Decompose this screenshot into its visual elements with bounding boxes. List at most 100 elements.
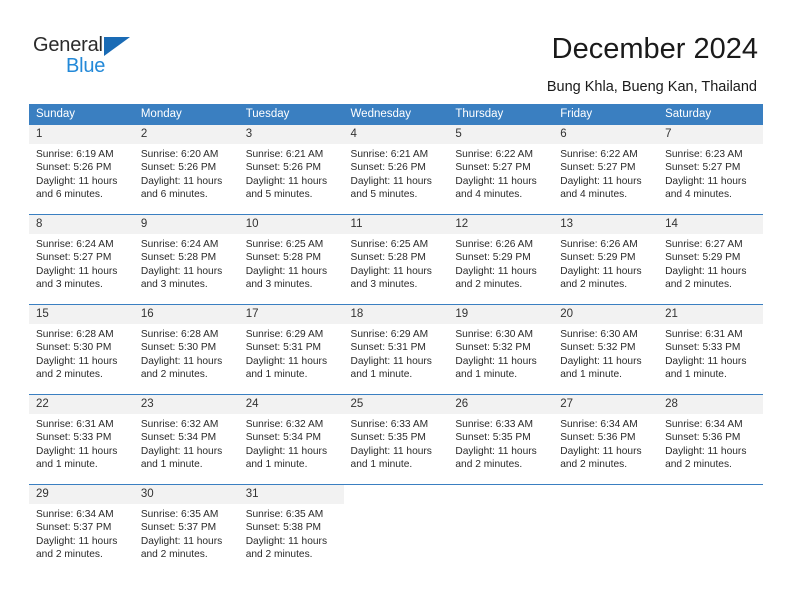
daylight-text: Daylight: 11 hours and 1 minute. <box>245 355 328 381</box>
sunset-text: Sunset: 5:38 PM <box>245 522 322 534</box>
day-number: 15 <box>29 305 134 324</box>
sunset-text: Sunset: 5:35 PM <box>455 432 531 444</box>
day-number: 25 <box>343 395 449 414</box>
weekday-header-tuesday: Tuesday <box>238 104 344 125</box>
sunset-text: Sunset: 5:36 PM <box>665 432 741 444</box>
calendar-day-cell[interactable]: 6 Sunrise: 6:22 AM Sunset: 5:27 PM Daylight… <box>553 125 659 215</box>
day-number: 11 <box>343 215 449 234</box>
calendar-day-cell[interactable]: 26 Sunrise: 6:33 AM Sunset: 5:35 PM Dayligh… <box>448 394 554 485</box>
daylight-text: Daylight: 11 hours and 2 minutes. <box>560 445 642 471</box>
daylight-text: Daylight: 11 hours and 2 minutes. <box>140 355 223 381</box>
day-details: Sunrise: 6:21 AM Sunset: 5:26 PM Daylight:… <box>239 144 344 202</box>
page-header: General Blue December 2024 Bung Khla, Bu… <box>0 0 792 100</box>
page-title: December 2024 <box>551 33 758 65</box>
sunrise-text: Sunrise: 6:24 AM <box>140 239 219 250</box>
sunset-text: Sunset: 5:27 PM <box>455 162 531 174</box>
calendar-day-cell[interactable]: 1 Sunrise: 6:19 AM Sunset: 5:26 PM Daylight… <box>29 125 134 215</box>
calendar-day-cell[interactable]: 27 Sunrise: 6:34 AM Sunset: 5:36 PM Dayligh… <box>553 394 659 485</box>
day-details: Sunrise: 6:30 AM Sunset: 5:32 PM Daylight:… <box>448 324 553 382</box>
day-number: 18 <box>343 305 449 324</box>
daylight-text: Daylight: 11 hours and 1 minute. <box>665 355 747 381</box>
calendar-day-cell[interactable]: 11 Sunrise: 6:25 AM Sunset: 5:28 PM Dayligh… <box>343 214 449 305</box>
calendar-day-cell[interactable]: 18 Sunrise: 6:29 AM Sunset: 5:31 PM Dayligh… <box>343 304 449 395</box>
weekday-header-saturday: Saturday <box>658 104 763 125</box>
calendar-day-cell[interactable]: 19 Sunrise: 6:30 AM Sunset: 5:32 PM Dayligh… <box>448 304 554 395</box>
daylight-text: Daylight: 11 hours and 2 minutes. <box>455 265 537 291</box>
sunset-text: Sunset: 5:28 PM <box>140 252 217 264</box>
day-details: Sunrise: 6:24 AM Sunset: 5:27 PM Daylight:… <box>29 234 134 292</box>
calendar-day-cell-empty <box>343 484 449 574</box>
day-details: Sunrise: 6:23 AM Sunset: 5:27 PM Daylight:… <box>658 144 763 202</box>
day-details: Sunrise: 6:34 AM Sunset: 5:36 PM Daylight:… <box>658 414 763 472</box>
daylight-text: Daylight: 11 hours and 3 minutes. <box>350 265 432 291</box>
calendar-day-cell[interactable]: 16 Sunrise: 6:28 AM Sunset: 5:30 PM Dayligh… <box>133 304 239 395</box>
daylight-text: Daylight: 11 hours and 3 minutes. <box>140 265 223 291</box>
day-number: 28 <box>658 395 763 414</box>
sunrise-text: Sunrise: 6:32 AM <box>140 419 219 430</box>
day-details: Sunrise: 6:26 AM Sunset: 5:29 PM Daylight:… <box>553 234 658 292</box>
sunrise-text: Sunrise: 6:34 AM <box>36 509 114 520</box>
calendar-day-cell[interactable]: 15 Sunrise: 6:28 AM Sunset: 5:30 PM Dayligh… <box>29 304 134 395</box>
daylight-text: Daylight: 11 hours and 5 minutes. <box>245 175 328 201</box>
sunset-text: Sunset: 5:29 PM <box>560 252 636 264</box>
day-details: Sunrise: 6:20 AM Sunset: 5:26 PM Daylight:… <box>134 144 239 202</box>
calendar-day-cell[interactable]: 14 Sunrise: 6:27 AM Sunset: 5:29 PM Dayligh… <box>658 214 763 305</box>
calendar-table: Sunday Monday Tuesday Wednesday Thursday… <box>29 104 763 574</box>
calendar-day-cell[interactable]: 4 Sunrise: 6:21 AM Sunset: 5:26 PM Daylight… <box>343 125 449 215</box>
calendar-day-cell[interactable]: 2 Sunrise: 6:20 AM Sunset: 5:26 PM Daylight… <box>133 125 239 215</box>
sunset-text: Sunset: 5:31 PM <box>350 342 426 354</box>
sunset-text: Sunset: 5:28 PM <box>350 252 426 264</box>
calendar-day-cell[interactable]: 7 Sunrise: 6:23 AM Sunset: 5:27 PM Daylight… <box>658 125 763 215</box>
calendar-day-cell[interactable]: 23 Sunrise: 6:32 AM Sunset: 5:34 PM Dayligh… <box>133 394 239 485</box>
calendar-day-cell[interactable]: 3 Sunrise: 6:21 AM Sunset: 5:26 PM Daylight… <box>238 125 344 215</box>
day-details: Sunrise: 6:21 AM Sunset: 5:26 PM Daylight:… <box>344 144 449 202</box>
sunset-text: Sunset: 5:33 PM <box>36 432 112 444</box>
calendar-day-cell[interactable]: 22 Sunrise: 6:31 AM Sunset: 5:33 PM Dayligh… <box>29 394 134 485</box>
calendar-day-cell[interactable]: 24 Sunrise: 6:32 AM Sunset: 5:34 PM Dayligh… <box>238 394 344 485</box>
calendar-day-cell[interactable]: 20 Sunrise: 6:30 AM Sunset: 5:32 PM Dayligh… <box>553 304 659 395</box>
day-number: 8 <box>29 215 134 234</box>
calendar-day-cell[interactable]: 13 Sunrise: 6:26 AM Sunset: 5:29 PM Dayligh… <box>553 214 659 305</box>
calendar-day-cell[interactable]: 5 Sunrise: 6:22 AM Sunset: 5:27 PM Daylight… <box>448 125 554 215</box>
sunrise-text: Sunrise: 6:26 AM <box>560 239 638 250</box>
sunset-text: Sunset: 5:32 PM <box>560 342 636 354</box>
day-details: Sunrise: 6:25 AM Sunset: 5:28 PM Daylight:… <box>344 234 449 292</box>
calendar-day-cell[interactable]: 17 Sunrise: 6:29 AM Sunset: 5:31 PM Dayligh… <box>238 304 344 395</box>
daylight-text: Daylight: 11 hours and 4 minutes. <box>665 175 747 201</box>
day-number: 24 <box>238 395 344 414</box>
day-details: Sunrise: 6:24 AM Sunset: 5:28 PM Daylight:… <box>134 234 239 292</box>
sunset-text: Sunset: 5:35 PM <box>350 432 426 444</box>
day-details: Sunrise: 6:26 AM Sunset: 5:29 PM Daylight:… <box>448 234 553 292</box>
calendar-day-cell[interactable]: 10 Sunrise: 6:25 AM Sunset: 5:28 PM Dayligh… <box>238 214 344 305</box>
day-number: 2 <box>133 125 239 144</box>
calendar-day-cell[interactable]: 9 Sunrise: 6:24 AM Sunset: 5:28 PM Daylight… <box>133 214 239 305</box>
calendar-week-row: 29 Sunrise: 6:34 AM Sunset: 5:37 PM Dayligh… <box>29 484 763 574</box>
calendar-day-cell[interactable]: 31 Sunrise: 6:35 AM Sunset: 5:38 PM Dayligh… <box>238 484 344 574</box>
daylight-text: Daylight: 11 hours and 2 minutes. <box>665 445 747 471</box>
calendar-day-cell[interactable]: 29 Sunrise: 6:34 AM Sunset: 5:37 PM Dayligh… <box>29 484 134 574</box>
day-number <box>658 485 763 504</box>
sunset-text: Sunset: 5:27 PM <box>560 162 636 174</box>
sunset-text: Sunset: 5:32 PM <box>455 342 531 354</box>
calendar-day-cell[interactable]: 21 Sunrise: 6:31 AM Sunset: 5:33 PM Dayligh… <box>658 304 763 395</box>
sunset-text: Sunset: 5:26 PM <box>140 162 217 174</box>
sunset-text: Sunset: 5:29 PM <box>455 252 531 264</box>
sunrise-text: Sunrise: 6:33 AM <box>350 419 429 430</box>
day-number: 31 <box>238 485 344 504</box>
calendar-day-cell[interactable]: 25 Sunrise: 6:33 AM Sunset: 5:35 PM Dayligh… <box>343 394 449 485</box>
daylight-text: Daylight: 11 hours and 2 minutes. <box>245 535 328 561</box>
sunrise-text: Sunrise: 6:28 AM <box>36 329 114 340</box>
calendar-day-cell[interactable]: 8 Sunrise: 6:24 AM Sunset: 5:27 PM Daylight… <box>29 214 134 305</box>
daylight-text: Daylight: 11 hours and 1 minute. <box>560 355 642 381</box>
daylight-text: Daylight: 11 hours and 4 minutes. <box>455 175 537 201</box>
day-number: 12 <box>448 215 554 234</box>
calendar-day-cell[interactable]: 12 Sunrise: 6:26 AM Sunset: 5:29 PM Dayligh… <box>448 214 554 305</box>
sunset-text: Sunset: 5:27 PM <box>665 162 741 174</box>
weekday-header-friday: Friday <box>553 104 659 125</box>
day-details: Sunrise: 6:35 AM Sunset: 5:38 PM Daylight:… <box>239 504 344 562</box>
day-number: 27 <box>553 395 659 414</box>
calendar-day-cell[interactable]: 28 Sunrise: 6:34 AM Sunset: 5:36 PM Dayligh… <box>658 394 763 485</box>
calendar-day-cell-empty <box>553 484 659 574</box>
calendar-day-cell[interactable]: 30 Sunrise: 6:35 AM Sunset: 5:37 PM Dayligh… <box>133 484 239 574</box>
day-number: 7 <box>658 125 763 144</box>
